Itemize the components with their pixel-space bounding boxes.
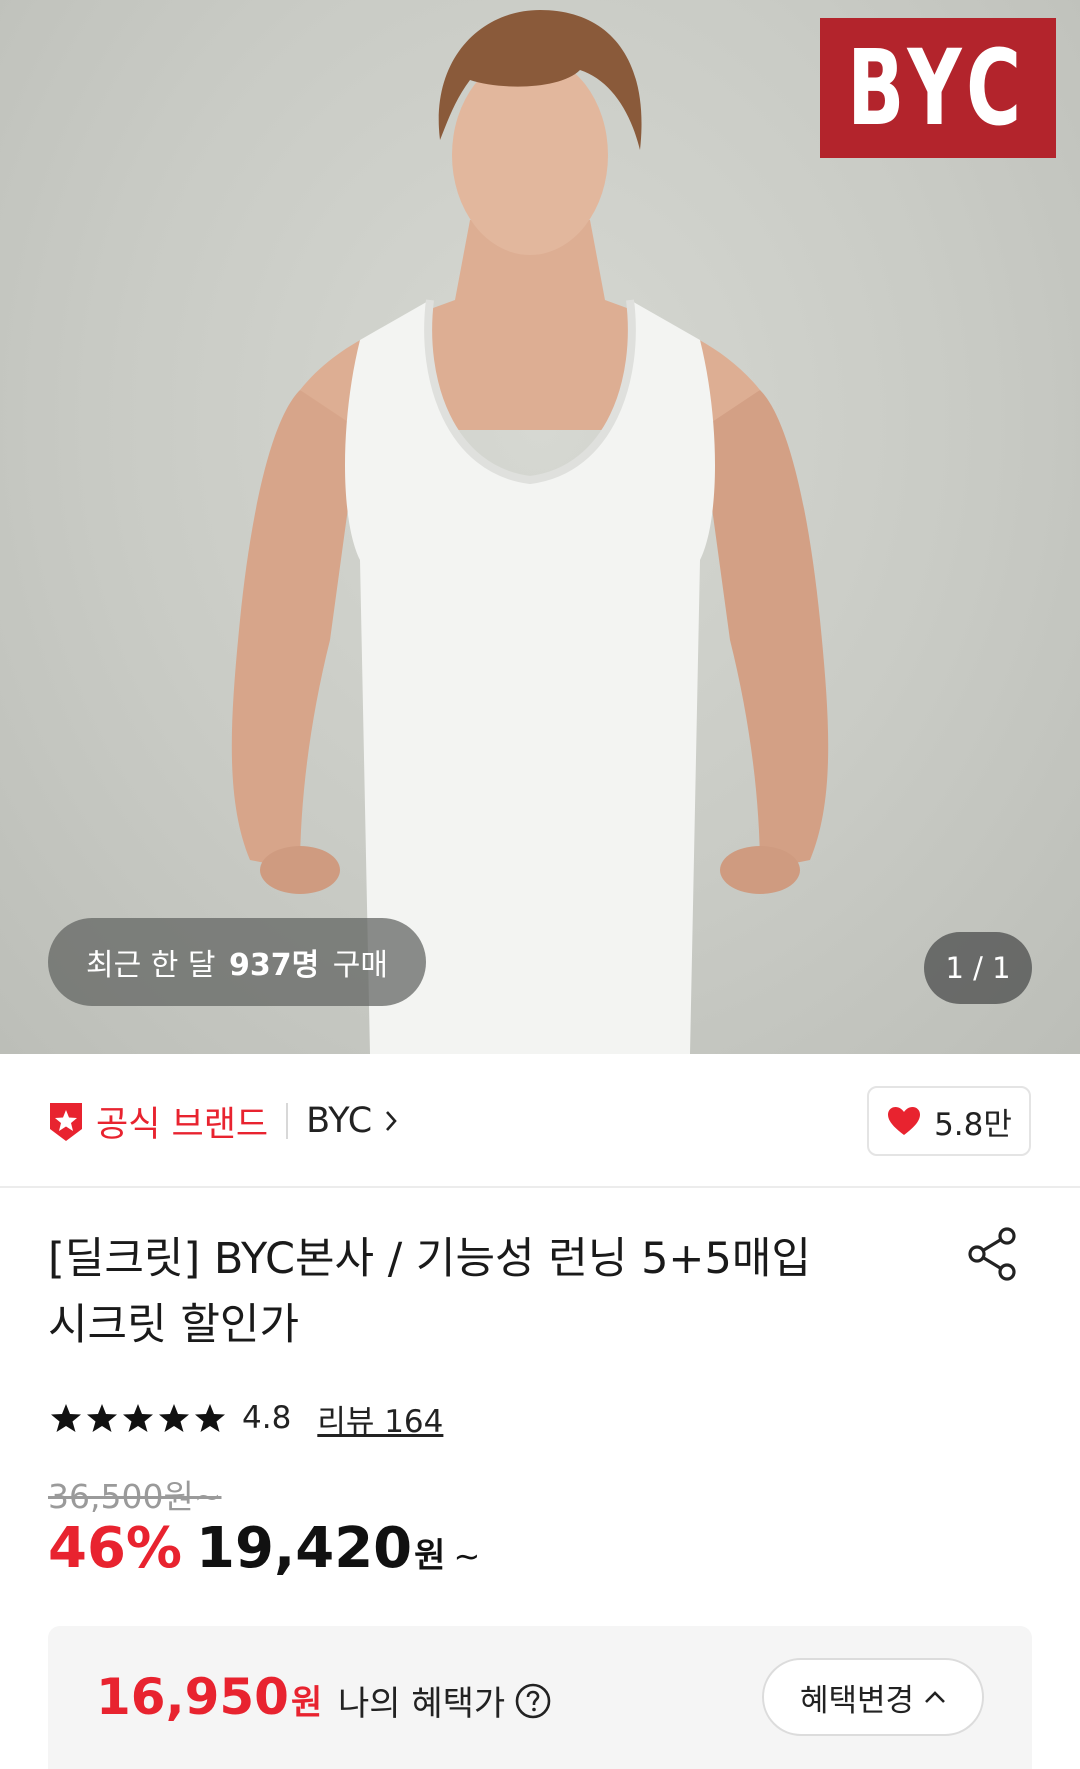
sale-price: 19,420 — [196, 1516, 413, 1581]
price-row: 46% 19,420 원 ~ — [48, 1516, 480, 1581]
image-page-indicator: 1 / 1 — [924, 932, 1032, 1004]
star-icon — [195, 1404, 225, 1432]
discount-rate: 46% — [48, 1516, 183, 1581]
chevron-right-icon — [386, 1111, 397, 1131]
benefit-label-row: 나의 혜택가 — [338, 1676, 551, 1725]
star-icon — [123, 1404, 153, 1432]
rating-row: 4.8 리뷰 164 — [50, 1396, 443, 1440]
brand-logo-text: BYC — [847, 27, 1029, 149]
heart-icon — [888, 1107, 921, 1135]
help-icon[interactable] — [515, 1683, 551, 1719]
brand-link[interactable]: BYC — [306, 1101, 398, 1141]
benefit-price: 16,950 원 — [96, 1668, 322, 1726]
official-brand-label: 공식 브랜드 — [96, 1104, 269, 1145]
benefit-price-unit: 원 — [290, 1683, 323, 1723]
star-rating — [50, 1403, 230, 1433]
recent-purchase-badge: 최근 한 달 937명 구매 — [48, 918, 426, 1006]
brand-name: BYC — [306, 1101, 373, 1141]
purchase-prefix: 최근 한 달 — [85, 948, 216, 983]
like-button[interactable]: 5.8만 — [867, 1086, 1031, 1156]
change-benefit-button[interactable]: 혜택변경 — [762, 1658, 984, 1736]
official-brand-icon — [50, 1103, 82, 1141]
change-benefit-label: 혜택변경 — [799, 1682, 915, 1719]
product-title-line1: [딜크릿] BYC본사 / 기능성 런닝 5+5매입 — [48, 1234, 811, 1284]
brand-logo: BYC — [820, 18, 1056, 158]
product-title-line2: 시크릿 할인가 — [48, 1300, 300, 1350]
review-link[interactable]: 리뷰 164 — [317, 1396, 443, 1441]
sale-price-unit: 원 — [414, 1536, 446, 1576]
star-icon — [51, 1404, 81, 1432]
product-title: [딜크릿] BYC본사 / 기능성 런닝 5+5매입 시크릿 할인가 — [48, 1226, 928, 1358]
brand-bar: 공식 브랜드 BYC 5.8만 — [0, 1054, 1080, 1188]
purchase-count: 937명 — [229, 948, 320, 983]
benefit-box: 16,950 원 나의 혜택가 혜택변경 — [48, 1626, 1032, 1769]
chevron-up-icon — [925, 1691, 945, 1703]
star-icon — [159, 1404, 189, 1432]
rating-value: 4.8 — [242, 1400, 292, 1436]
original-price: 36,500원~ — [48, 1477, 222, 1516]
share-icon[interactable] — [965, 1226, 1021, 1282]
like-count: 5.8만 — [934, 1106, 1012, 1143]
purchase-suffix: 구매 — [332, 948, 388, 983]
star-icon — [87, 1404, 117, 1432]
sale-price-tilde: ~ — [453, 1537, 481, 1575]
model-photo — [231, 10, 829, 1054]
product-image[interactable]: BYC 최근 한 달 937명 구매 1 / 1 — [0, 0, 1080, 1054]
benefit-price-value: 16,950 — [96, 1668, 289, 1726]
official-brand-row[interactable]: 공식 브랜드 BYC — [46, 1098, 398, 1145]
benefit-label: 나의 혜택가 — [338, 1684, 506, 1724]
divider — [286, 1103, 289, 1139]
